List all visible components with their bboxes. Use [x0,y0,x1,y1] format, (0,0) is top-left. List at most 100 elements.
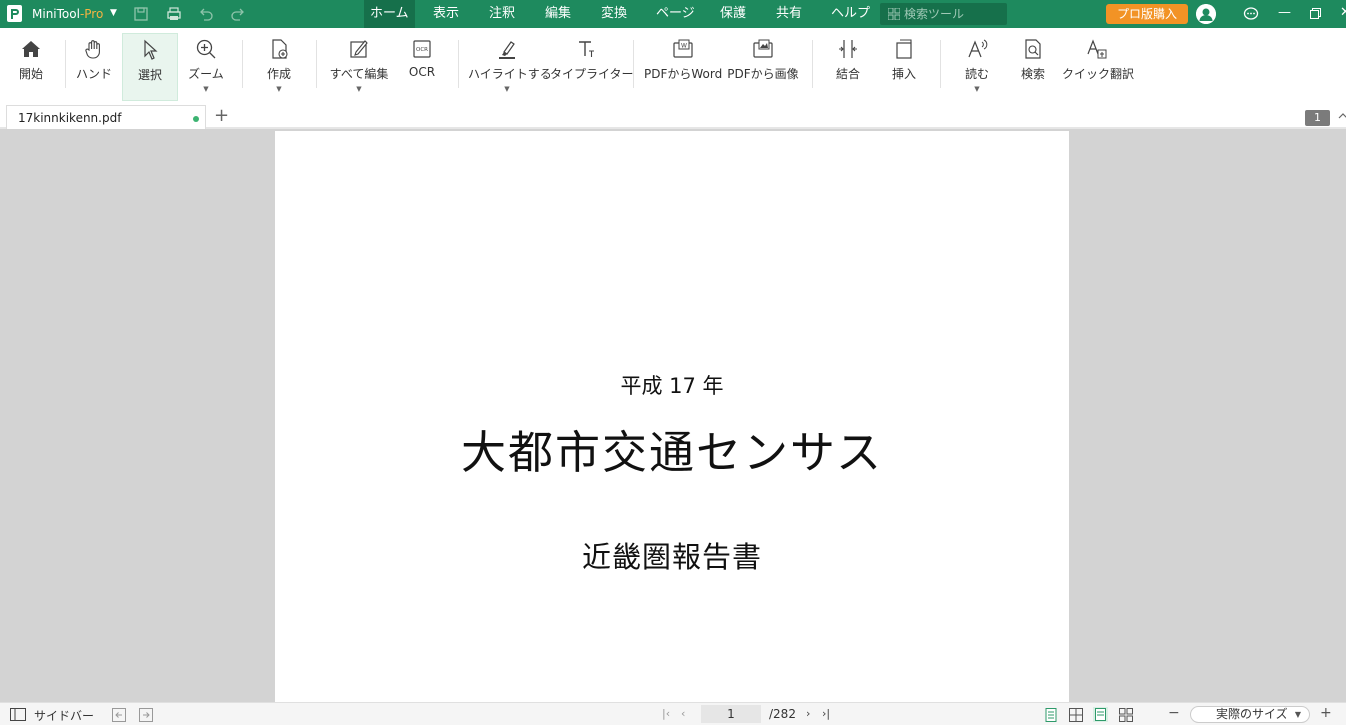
previous-view-icon[interactable] [112,708,126,722]
zoom-fit-select[interactable]: 実際のサイズ ▼ [1190,706,1310,723]
minimize-icon[interactable]: — [1278,5,1291,20]
typewriter-button[interactable]: タイプライター [550,33,634,101]
ribbon-divider [633,40,634,88]
ribbon-divider [812,40,813,88]
app-name: MiniTool-Pro [32,7,104,21]
hand-icon [85,40,100,59]
document-viewport[interactable]: 平成 17 年 大都市交通センサス 近畿圏報告書 [0,129,1346,702]
sidebar-toggle-icon[interactable] [10,708,26,721]
quick-translate-button[interactable]: クイック翻訳 [1062,33,1135,101]
buy-pro-button[interactable]: プロ版購入 [1106,4,1188,24]
select-tool-button[interactable]: 選択 [122,33,178,101]
feedback-chat-icon[interactable] [1243,6,1259,22]
ribbon-divider [65,40,66,88]
quick-translate-label: クイック翻訳 [1062,67,1135,81]
user-avatar-icon[interactable] [1196,4,1216,24]
hand-label: ハンド [75,67,112,81]
edit-all-chevron-down-icon: ▼ [356,85,362,93]
first-page-icon[interactable]: |‹ [662,707,670,720]
pdf-page: 平成 17 年 大都市交通センサス 近畿圏報告書 [275,131,1069,702]
restore-icon[interactable] [1310,8,1321,19]
svg-text:W: W [681,43,687,50]
menu-protect[interactable]: 保護 [714,0,752,28]
search-label: 検索 [1020,67,1045,81]
sidebar-toggle-label[interactable]: サイドバー [34,707,94,724]
read-aloud-chevron-down-icon: ▼ [974,85,980,93]
read-aloud-button[interactable]: 読む ▼ [955,33,999,101]
menu-convert[interactable]: 変換 [595,0,633,28]
translate-icon [1087,39,1107,59]
next-view-icon[interactable] [139,708,153,722]
typewriter-label: タイプライター [550,67,634,81]
previous-page-icon[interactable]: ‹ [681,707,685,720]
start-label: 開始 [18,67,43,81]
undo-icon[interactable] [198,6,214,22]
pdf-to-word-icon: W [673,39,693,58]
insert-label: 挿入 [891,67,916,81]
edit-pencil-icon [350,40,368,58]
redo-icon[interactable] [230,6,246,22]
print-icon[interactable] [166,6,182,22]
zoom-fit-value: 実際のサイズ [1216,707,1288,721]
save-icon[interactable] [133,6,149,22]
close-icon[interactable]: ✕ [1340,5,1346,20]
merge-icon [839,40,857,58]
menu-annotate[interactable]: 注釈 [483,0,521,28]
ribbon-divider [242,40,243,88]
start-button[interactable]: 開始 [6,33,56,101]
ocr-button[interactable]: OCR OCR [400,33,444,101]
new-document-icon [272,39,288,59]
pdf-to-word-button[interactable]: W PDFからWord [644,33,722,101]
unsaved-dot-icon [193,116,199,122]
menu-home[interactable]: ホーム [364,0,415,28]
title-bar: MiniTool-Pro ▼ ホーム 表示 注釈 編集 変換 ページ 保護 共有… [0,0,1346,28]
app-menu-chevron-icon[interactable]: ▼ [110,8,117,18]
svg-text:OCR: OCR [416,47,428,53]
grid-search-icon [888,8,900,20]
create-button[interactable]: 作成 ▼ [256,33,302,101]
pdf-to-word-label: PDFからWord [644,67,723,81]
hand-tool-button[interactable]: ハンド [70,33,118,101]
next-page-icon[interactable]: › [806,707,810,720]
highlight-button[interactable]: ハイライトする ▼ [468,33,552,101]
menu-page[interactable]: ページ [650,0,701,28]
menu-share[interactable]: 共有 [770,0,808,28]
add-tab-plus-icon[interactable]: + [214,105,229,126]
zoom-in-icon [196,39,216,59]
page-number-badge: 1 [1305,110,1330,126]
document-tab[interactable]: 17kinnkikenn.pdf [6,105,206,129]
search-button[interactable]: 検索 [1011,33,1055,101]
status-bar: サイドバー |‹ ‹ 1 /282 › ›| − 実際のサイズ ▼ + [0,702,1346,725]
create-chevron-down-icon: ▼ [276,85,282,93]
insert-button[interactable]: 挿入 [882,33,926,101]
total-pages: /282 [769,707,796,721]
search-document-icon [1025,39,1041,59]
zoom-button[interactable]: ズーム ▼ [182,33,230,101]
highlight-label: ハイライトする [468,67,552,81]
typewriter-icon [579,41,594,57]
zoom-out-icon[interactable]: − [1168,705,1180,721]
tool-search-input[interactable]: 検索ツール [880,3,1007,25]
zoom-in-plus-icon[interactable]: + [1320,705,1332,721]
last-page-icon[interactable]: ›| [822,707,830,720]
collapse-ribbon-chevron-icon[interactable] [1338,111,1346,121]
cursor-arrow-icon [144,39,158,60]
current-page-input[interactable]: 1 [701,705,761,723]
pdf-to-image-button[interactable]: PDFから画像 [726,33,800,101]
ribbon-divider [458,40,459,88]
menu-view[interactable]: 表示 [427,0,465,28]
document-tab-title: 17kinnkikenn.pdf [18,111,122,125]
zoom-chevron-down-icon: ▼ [203,85,209,93]
edit-all-label: すべて編集 [329,67,389,81]
continuous-view-icon[interactable] [1093,707,1108,722]
zoom-label: ズーム [188,67,224,81]
two-page-view-icon[interactable] [1069,708,1083,722]
menu-edit[interactable]: 編集 [539,0,577,28]
merge-button[interactable]: 結合 [826,33,870,101]
edit-all-button[interactable]: すべて編集 ▼ [326,33,392,101]
single-page-view-icon[interactable] [1044,708,1058,722]
menu-help[interactable]: ヘルプ [825,0,876,28]
ribbon-toolbar: 開始 ハンド 選択 ズーム ▼ 作成 ▼ すべて編集 ▼ OCR OCR ハイラ… [0,28,1346,103]
two-page-continuous-icon[interactable] [1119,708,1133,722]
create-label: 作成 [266,67,291,81]
